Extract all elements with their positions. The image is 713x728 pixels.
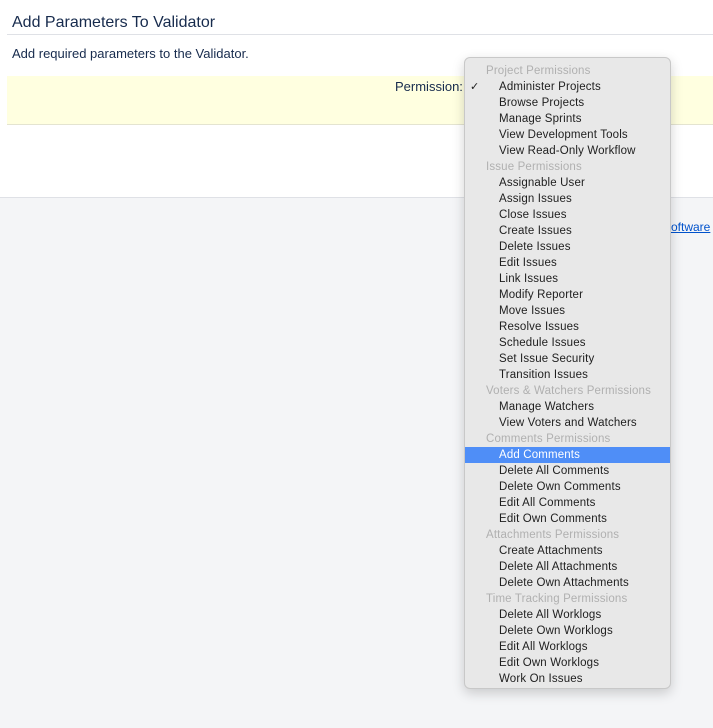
dropdown-group-header: Time Tracking Permissions [486,593,628,605]
dropdown-option[interactable]: Link Issues [465,271,670,287]
dropdown-option[interactable]: Assignable User [465,175,670,191]
dropdown-option[interactable]: Resolve Issues [465,319,670,335]
dropdown-option-label: Edit All Comments [499,497,596,509]
dropdown-option-label: Assign Issues [499,193,572,205]
permission-dropdown-menu[interactable]: Project Permissions ✓ Administer Projects B… [464,57,671,689]
dropdown-option-label: Link Issues [499,273,559,285]
dropdown-option-label: Browse Projects [499,97,585,109]
dropdown-option-label: Administer Projects [499,81,601,93]
dropdown-option[interactable]: Delete All Attachments [465,559,670,575]
dropdown-option-label: Set Issue Security [499,353,595,365]
dropdown-group-header: Issue Permissions [486,161,582,173]
dropdown-option[interactable]: Create Attachments [465,543,670,559]
dropdown-option[interactable]: Delete Own Worklogs [465,623,670,639]
dropdown-option-label: Modify Reporter [499,289,584,301]
footer-link[interactable]: oftware [671,220,710,234]
dropdown-option-label: Manage Watchers [499,401,595,413]
dropdown-option[interactable]: Add Comments [465,447,670,463]
dropdown-option-label: Edit Own Comments [499,513,607,525]
dropdown-option-label: Work On Issues [499,673,583,685]
dropdown-option-label: Schedule Issues [499,337,586,349]
dropdown-option[interactable]: Create Issues [465,223,670,239]
checkmark-icon: ✓ [470,81,480,93]
dropdown-option[interactable]: Schedule Issues [465,335,670,351]
dropdown-option-label: Transition Issues [499,369,589,381]
dropdown-option-label: Edit All Worklogs [499,641,588,653]
dropdown-option[interactable]: View Read-Only Workflow [465,143,670,159]
title-divider [7,34,713,35]
dropdown-option[interactable]: Delete All Comments [465,463,670,479]
dropdown-option-label: Delete Issues [499,241,571,253]
dropdown-option[interactable]: Delete Own Attachments [465,575,670,591]
dropdown-option-label: Edit Issues [499,257,557,269]
dropdown-option[interactable]: Close Issues [465,207,670,223]
dropdown-option-label: Delete Own Worklogs [499,625,613,637]
dropdown-option-label: Manage Sprints [499,113,582,125]
dropdown-option-label: Move Issues [499,305,566,317]
dropdown-option-label: View Development Tools [499,129,628,141]
page-title: Add Parameters To Validator [12,14,216,31]
dropdown-group-header: Project Permissions [486,65,591,77]
page-description: Add required parameters to the Validator… [12,46,249,61]
dropdown-group-header: Voters & Watchers Permissions [486,385,651,397]
dropdown-option[interactable]: ✓ Administer Projects [465,79,670,95]
dropdown-option[interactable]: Move Issues [465,303,670,319]
dropdown-option[interactable]: Edit Own Worklogs [465,655,670,671]
dropdown-option[interactable]: View Voters and Watchers [465,415,670,431]
dropdown-option[interactable]: Assign Issues [465,191,670,207]
dropdown-option[interactable]: Manage Sprints [465,111,670,127]
dropdown-option[interactable]: Edit Own Comments [465,511,670,527]
dropdown-option-label: Create Issues [499,225,572,237]
dropdown-option-label: Assignable User [499,177,585,189]
dropdown-option[interactable]: Edit Issues [465,255,670,271]
dropdown-option[interactable]: Modify Reporter [465,287,670,303]
dropdown-option[interactable]: Edit All Worklogs [465,639,670,655]
dropdown-option[interactable]: Transition Issues [465,367,670,383]
dropdown-option[interactable]: Delete Issues [465,239,670,255]
dropdown-option[interactable]: Delete All Worklogs [465,607,670,623]
dropdown-option[interactable]: Manage Watchers [465,399,670,415]
dropdown-option-label: Edit Own Worklogs [499,657,600,669]
dropdown-option-label: Delete All Comments [499,465,610,477]
dropdown-option-label: Create Attachments [499,545,603,557]
dropdown-option-label: Delete All Attachments [499,561,618,573]
dropdown-option-label: Delete Own Comments [499,481,621,493]
dropdown-option-label: View Read-Only Workflow [499,145,636,157]
dropdown-option[interactable]: Edit All Comments [465,495,670,511]
dropdown-option[interactable]: Set Issue Security [465,351,670,367]
dropdown-group-header: Attachments Permissions [486,529,620,541]
dropdown-option[interactable]: Delete Own Comments [465,479,670,495]
dropdown-option-label: Delete All Worklogs [499,609,602,621]
dropdown-option[interactable]: Browse Projects [465,95,670,111]
dropdown-option-label: Close Issues [499,209,567,221]
dropdown-option-label: Resolve Issues [499,321,580,333]
dropdown-option-label: View Voters and Watchers [499,417,637,429]
dropdown-option[interactable]: View Development Tools [465,127,670,143]
permission-label: Permission: [395,79,463,94]
dropdown-group-header: Comments Permissions [486,433,611,445]
dropdown-option-label: Delete Own Attachments [499,577,629,589]
dropdown-option-label: Add Comments [499,449,581,461]
dropdown-option[interactable]: Work On Issues [465,671,670,687]
